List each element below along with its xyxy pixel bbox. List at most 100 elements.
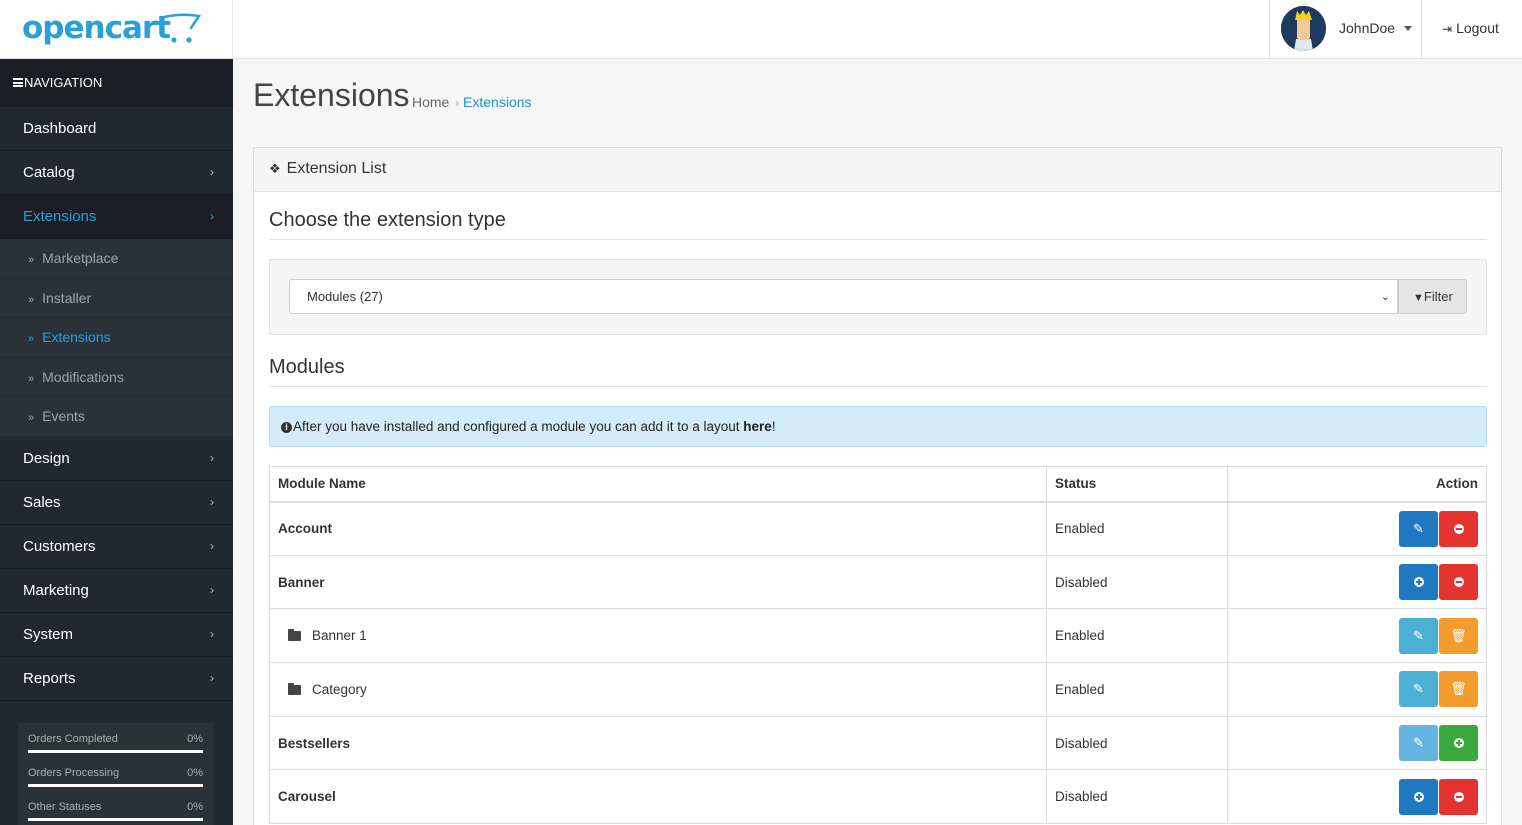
double-chevron-icon: » [28, 412, 35, 424]
table-row: Category Enabled ✎ 🗑 [269, 662, 1487, 717]
user-menu[interactable]: JohnDoe [1269, 0, 1422, 58]
column-header[interactable]: Module Name [269, 466, 1047, 503]
sidebar-item-extensions[interactable]: Extensions › [0, 195, 233, 239]
edit-button[interactable]: ✎ [1399, 671, 1438, 708]
sidebar-item-label: Extensions [23, 208, 97, 225]
info-alert: i After you have installed and configured… [269, 406, 1487, 447]
pencil-icon: ✎ [1413, 627, 1424, 643]
module-status: Enabled [1046, 662, 1228, 717]
chevron-right-icon: › [210, 165, 214, 179]
column-header: Action [1227, 466, 1487, 503]
stat-value: 0% [187, 801, 203, 813]
table-row: Bestsellers Disabled ✎ [269, 715, 1487, 771]
edit-button[interactable]: ✎ [1399, 510, 1438, 547]
stat-orders-completed: Orders Completed 0% [28, 733, 203, 767]
brand-name: opencart [22, 10, 171, 46]
folder-open-icon [288, 629, 301, 642]
uninstall-button[interactable] [1439, 510, 1478, 547]
stat-label: Orders Processing [28, 767, 120, 779]
table-row: Carousel Disabled [269, 769, 1487, 825]
minus-circle-icon [1453, 577, 1464, 588]
divider [269, 239, 1487, 240]
logout-label: Logout [1456, 20, 1499, 36]
breadcrumb-home[interactable]: Home [412, 94, 449, 110]
module-name: Category [312, 681, 367, 697]
sidebar-item-dashboard[interactable]: Dashboard [0, 107, 233, 151]
sidebar-subitem-extensions[interactable]: » Extensions [0, 318, 233, 358]
panel-heading: ❖ Extension List [254, 148, 1501, 192]
edit-button[interactable]: ✎ [1399, 725, 1438, 762]
chevron-right-icon: › [210, 209, 214, 223]
cart-logo-icon [162, 13, 202, 43]
plus-circle-icon [1453, 738, 1464, 749]
add-module-button[interactable] [1399, 778, 1438, 815]
minus-circle-icon [1453, 523, 1464, 534]
stat-value: 0% [187, 733, 203, 745]
sidebar-subitem-marketplace[interactable]: » Marketplace [0, 239, 233, 279]
add-module-button[interactable] [1399, 564, 1438, 601]
double-chevron-icon: » [28, 372, 35, 385]
modules-table: Module Name Status Action Account Enable… [269, 466, 1487, 825]
uninstall-button[interactable] [1439, 778, 1478, 815]
stat-orders-processing: Orders Processing 0% [28, 767, 203, 801]
breadcrumb-extensions[interactable]: Extensions [463, 94, 531, 110]
progress-bar [28, 818, 203, 821]
modules-heading: Modules [269, 356, 345, 378]
double-chevron-icon: » [28, 333, 35, 345]
sidebar-item-sales[interactable]: Sales › [0, 481, 233, 525]
double-chevron-icon: » [28, 293, 35, 306]
delete-button[interactable]: 🗑 [1439, 617, 1478, 654]
column-header[interactable]: Status [1046, 466, 1228, 503]
username: JohnDoe [1339, 20, 1396, 36]
nav-header[interactable]: NAVIGATION [0, 59, 233, 107]
row-actions: ✎ [1227, 501, 1487, 556]
sidebar-subitem-label: Marketplace [42, 250, 119, 266]
sidebar-subitem-label: Events [42, 408, 85, 424]
chevron-right-icon: › [210, 582, 214, 597]
sidebar-item-marketing[interactable]: Marketing › [0, 569, 233, 613]
trash-icon: 🗑 [1450, 681, 1467, 697]
row-actions: ✎ 🗑 [1227, 662, 1487, 717]
sidebar-item-customers[interactable]: Customers › [0, 525, 233, 569]
order-stats: Orders Completed 0% Orders Processing 0%… [18, 723, 213, 825]
sidebar-subitem-modifications[interactable]: » Modifications [0, 357, 233, 397]
breadcrumb: Home › Extensions [412, 94, 532, 110]
divider [269, 386, 1487, 387]
sidebar-item-catalog[interactable]: Catalog › [0, 151, 233, 195]
sidebar-item-label: Reports [23, 669, 76, 687]
layout-link[interactable]: here [743, 419, 772, 434]
filter-label: Filter [1423, 289, 1453, 304]
chevron-right-icon: › [210, 626, 214, 641]
row-actions [1227, 554, 1487, 610]
sign-out-icon: ⇥ [1442, 22, 1453, 36]
logo[interactable]: opencart [0, 0, 233, 58]
row-actions: ✎ 🗑 [1227, 608, 1487, 664]
module-status: Disabled [1046, 715, 1228, 771]
filter-icon: ▼ [1413, 292, 1424, 304]
edit-button[interactable]: ✎ [1399, 617, 1438, 654]
info-circle-icon: i [281, 422, 292, 433]
sidebar-item-design[interactable]: Design › [0, 437, 233, 481]
install-button[interactable] [1439, 725, 1478, 762]
extension-list-panel: ❖ Extension List Choose the extension typ… [253, 147, 1502, 825]
module-instance: Category [269, 662, 1047, 717]
sidebar: NAVIGATION Dashboard Catalog › Extensions… [0, 59, 233, 825]
filter-well: Modules (27) ⌄ ▼Filter [269, 259, 1487, 335]
extension-type-select[interactable]: Modules (27) ⌄ [289, 279, 1398, 314]
chevron-right-icon: › [210, 450, 214, 465]
sidebar-item-label: Design [23, 449, 70, 467]
sidebar-subitem-events[interactable]: » Events [0, 397, 233, 437]
sidebar-subitem-installer[interactable]: » Installer [0, 278, 233, 318]
filter-button[interactable]: ▼Filter [1398, 279, 1467, 314]
table-header-row: Module Name Status Action [269, 466, 1487, 503]
sidebar-item-label: Dashboard [23, 120, 97, 137]
select-value: Modules (27) [307, 289, 383, 304]
sidebar-item-reports[interactable]: Reports › [0, 657, 233, 701]
sidebar-item-label: System [23, 625, 74, 643]
sidebar-subitem-label: Extensions [42, 329, 111, 345]
sidebar-item-system[interactable]: System › [0, 613, 233, 657]
sidebar-item-label: Marketing [23, 581, 89, 599]
delete-button[interactable]: 🗑 [1439, 671, 1478, 708]
logout-link[interactable]: ⇥ Logout [1442, 20, 1499, 36]
uninstall-button[interactable] [1439, 564, 1478, 601]
